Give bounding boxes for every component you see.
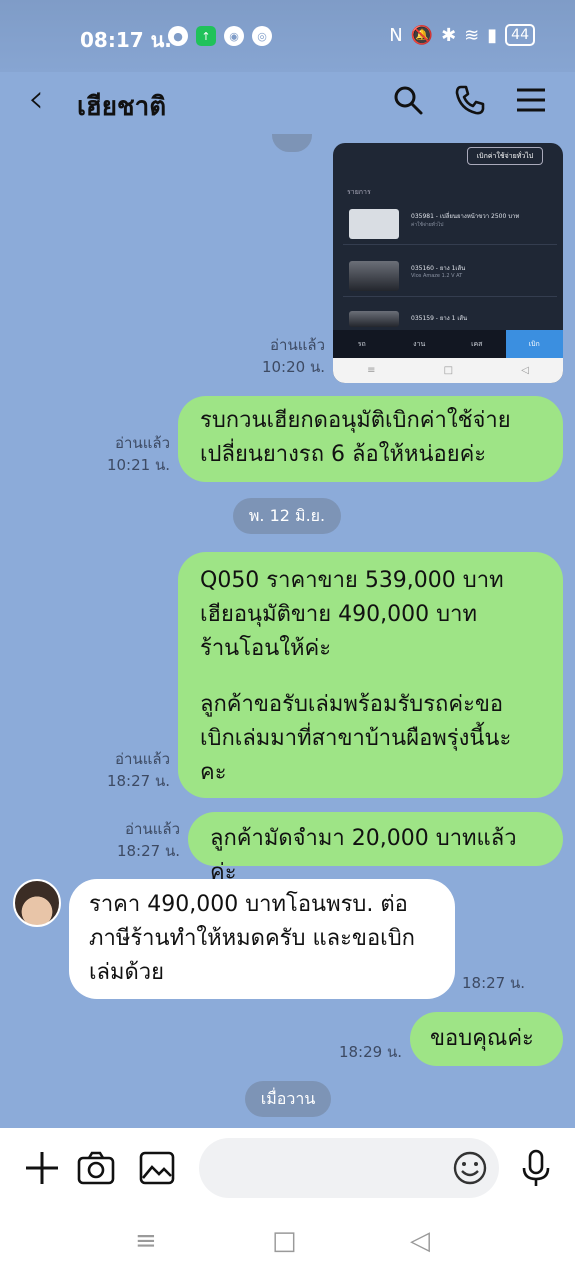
plus-icon[interactable] — [22, 1148, 62, 1188]
message-meta: อ่านแล้ว 18:27 น. — [90, 748, 170, 792]
incoming-message[interactable]: ราคา 490,000 บาทโอนพรบ. ต่อ ภาษีร้านทำให… — [69, 879, 455, 999]
chat-header: ‹ เฮียชาติ — [0, 72, 575, 134]
date-chip: เมื่อวาน — [245, 1081, 331, 1117]
outgoing-message[interactable]: รบกวนเฮียกดอนุมัติเบิกค่าใช้จ่าย เปลี่ยน… — [178, 396, 563, 482]
search-icon[interactable] — [390, 82, 426, 118]
message-text: ขอบคุณค่ะ — [430, 1026, 534, 1051]
emoji-icon[interactable] — [450, 1148, 490, 1188]
image-icon[interactable] — [137, 1148, 177, 1188]
message-line: เปลี่ยนยางรถ 6 ล้อให้หน่อยค่ะ — [200, 442, 487, 467]
item-subtitle: ค่าใช้จ่ายทั่วไป — [411, 222, 444, 228]
recent-apps-icon[interactable]: ≡ — [135, 1226, 157, 1256]
message-line: เฮียอนุมัติขาย 490,000 บาท — [200, 602, 477, 627]
list-item: 035159 - ยาง 1 เส้น — [343, 305, 557, 330]
system-nav-bar: ≡ □ ◁ — [0, 1208, 575, 1280]
message-time: 18:27 น. — [106, 772, 170, 790]
camera-icon[interactable] — [76, 1148, 116, 1188]
tab-work: งาน — [413, 340, 426, 348]
tab-case: เคส — [471, 340, 483, 348]
message-line: คะ — [200, 760, 227, 785]
message-line: Q050 ราคาขาย 539,000 บาท — [200, 568, 504, 593]
outgoing-message[interactable]: ลูกค้ามัดจำมา 20,000 บาทแล้วค่ะ — [188, 812, 563, 885]
message-meta: อ่านแล้ว 10:21 น. — [90, 432, 170, 476]
read-receipt: อ่านแล้ว — [115, 750, 170, 768]
screenshot-image-message[interactable]: เบิกค่าใช้จ่ายทั่วไป รายการ 035981 - เปล… — [333, 143, 563, 383]
status-time: 08:17 น. — [80, 28, 172, 52]
list-item: 035160 - ยาง 1เส้น Vios Amaze 1.2 V AT — [343, 255, 557, 297]
chat-title: เฮียชาติ — [77, 92, 167, 122]
chat-notification-icon: ◉ — [224, 26, 244, 46]
back-icon[interactable]: ‹ — [28, 76, 44, 122]
home-icon: □ — [443, 365, 454, 376]
outgoing-message[interactable]: ขอบคุณค่ะ — [410, 1012, 563, 1066]
browser-notification-icon: ◎ — [252, 26, 272, 46]
contact-avatar[interactable] — [13, 879, 61, 927]
list-section-title: รายการ — [347, 188, 371, 196]
message-line: ราคา 490,000 บาทโอนพรบ. ต่อ — [89, 892, 408, 917]
app-notification-icon: ↑ — [196, 26, 216, 46]
message-time: 18:29 น. — [338, 1043, 402, 1061]
item-title: 035160 - ยาง 1เส้น — [411, 265, 466, 272]
message-time: 18:27 น. — [116, 842, 180, 860]
phone-icon[interactable] — [452, 82, 488, 118]
expense-button: เบิกค่าใช้จ่ายทั่วไป — [467, 147, 543, 165]
microphone-icon[interactable] — [516, 1148, 556, 1188]
message-time: 10:21 น. — [106, 456, 170, 474]
tab-car: รถ — [357, 340, 366, 348]
menu-icon: ≡ — [367, 365, 376, 376]
read-receipt: อ่านแล้ว — [125, 820, 180, 838]
list-item: 035981 - เปลี่ยนยางหน้าขวา 2500 บาท ค่าใ… — [343, 203, 557, 245]
message-line: รบกวนเฮียกดอนุมัติเบิกค่าใช้จ่าย — [200, 408, 511, 433]
item-title: 035981 - เปลี่ยนยางหน้าขวา 2500 บาท — [411, 213, 520, 220]
mute-icon: 🔕 — [410, 24, 434, 46]
message-meta: อ่านแล้ว 10:20 น. — [240, 334, 325, 378]
message-line: ลูกค้าขอรับเล่มพร้อมรับรถค่ะขอ — [200, 692, 504, 717]
screenshot-nav-bar: ≡ □ ◁ — [333, 358, 563, 383]
message-input-bar — [0, 1128, 575, 1208]
bluetooth-icon: ✱ — [441, 24, 457, 46]
item-thumbnail — [349, 261, 399, 291]
tab-withdraw: เบิก — [505, 330, 563, 358]
message-time: 18:27 น. — [462, 974, 526, 992]
outgoing-message[interactable]: Q050 ราคาขาย 539,000 บาท เฮียอนุมัติขาย … — [178, 552, 563, 798]
date-chip: พ. 12 มิ.ย. — [233, 498, 341, 534]
item-title: 035159 - ยาง 1 เส้น — [411, 315, 468, 322]
item-subtitle: Vios Amaze 1.2 V AT — [411, 273, 463, 279]
message-line: ภาษีร้านทำให้หมดครับ และขอเบิก — [89, 926, 415, 951]
back-icon[interactable]: ◁ — [410, 1226, 430, 1256]
back-icon: ◁ — [521, 365, 529, 376]
message-line: เบิกเล่มมาที่สาขาบ้านผือพรุ่งนี้นะ — [200, 726, 512, 751]
item-thumbnail — [349, 311, 399, 327]
read-receipt: อ่านแล้ว — [270, 336, 325, 354]
message-time: 10:20 น. — [261, 358, 325, 376]
home-icon[interactable]: □ — [272, 1226, 297, 1256]
status-indicators: N 🔕 ✱ ≋ ▮ 44 — [389, 24, 535, 46]
battery-icon: 44 — [505, 24, 535, 46]
message-line: เล่มด้วย — [89, 960, 165, 985]
message-line: ร้านโอนให้ค่ะ — [200, 636, 332, 661]
menu-icon[interactable] — [513, 82, 549, 118]
message-meta: อ่านแล้ว 18:27 น. — [98, 818, 180, 862]
wifi-icon: ≋ — [464, 24, 480, 46]
app-tab-bar: รถ งาน เคส เบิก — [333, 330, 563, 358]
notification-icons: ● ↑ ◉ ◎ — [168, 26, 272, 46]
signal-icon: ▮ — [487, 24, 498, 46]
line-notification-icon: ● — [168, 26, 188, 46]
status-bar: 08:17 น. ● ↑ ◉ ◎ N 🔕 ✱ ≋ ▮ 44 — [0, 0, 575, 72]
read-receipt: อ่านแล้ว — [115, 434, 170, 452]
nfc-icon: N — [389, 24, 403, 46]
item-thumbnail — [349, 209, 399, 239]
